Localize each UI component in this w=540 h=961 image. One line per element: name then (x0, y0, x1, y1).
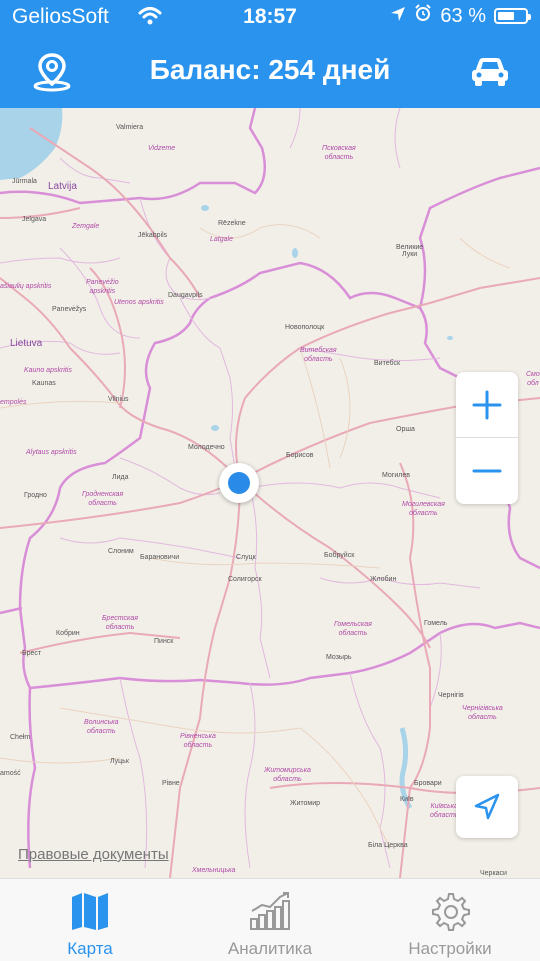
map-label: Utenos apskritis (114, 299, 164, 306)
map-label: Жлобин (370, 576, 397, 583)
map-label: Гомельская область (334, 621, 372, 637)
balance-title: Баланс: 254 дней (149, 54, 391, 85)
map-label: Новополоцк (285, 324, 325, 331)
map-label: ašiaulių apskritis (0, 283, 52, 290)
map-label: Lietuva (10, 338, 43, 349)
lake (447, 336, 453, 340)
map-label: Великие Луки (396, 244, 424, 258)
zoom-control (456, 372, 518, 504)
current-location-marker[interactable] (219, 463, 259, 503)
map-label: Кобрин (56, 630, 80, 637)
lake (201, 205, 209, 211)
map-label: Витебск (374, 360, 401, 367)
car-icon[interactable] (470, 54, 510, 90)
map-label: Гродненская область (82, 491, 124, 507)
map-label: Лида (112, 474, 129, 481)
tab-bar: Карта Аналитика Настройки (0, 878, 540, 961)
map-label: Чернігівська область (462, 705, 503, 721)
tab-map-label: Карта (67, 939, 113, 958)
map-label: Panevėžio apskritis (86, 279, 119, 295)
minus-icon (472, 469, 502, 473)
lake (211, 425, 219, 431)
map-label: Бровари (414, 780, 442, 787)
map-label: Київ (400, 796, 414, 803)
map-label: Гомель (424, 620, 448, 627)
map-label: Смо обл (526, 371, 540, 387)
map-label: Kauno apskritis (24, 367, 72, 374)
map-label: Київська область (430, 803, 459, 819)
legal-documents-link[interactable]: Правовые документы (18, 846, 169, 863)
map-label: Valmiera (116, 124, 144, 131)
map-label: Chełm (10, 734, 31, 741)
map-label: Витебская область (300, 347, 337, 363)
locate-me-button[interactable] (456, 776, 518, 838)
map-label: Kaunas (32, 380, 56, 387)
map-label: Jūrmala (12, 178, 37, 185)
map-label: Чернігів (438, 692, 464, 699)
map-label: Житомирська область (264, 767, 311, 783)
map-label: Псковская область (322, 145, 356, 161)
map-label: Брестская область (102, 615, 138, 631)
map-label: Vilnius (108, 396, 129, 403)
map-label: Пинск (154, 638, 174, 645)
map-label: Рівне (162, 780, 180, 787)
map-label: Біла Церква (368, 842, 408, 849)
map-label: Гродно (24, 492, 47, 499)
map-label: Барановичи (140, 554, 180, 561)
status-bar: GeliosSoft 18:57 63 % (0, 0, 540, 34)
plus-icon (472, 390, 502, 420)
battery-percent: 63 % (440, 4, 486, 27)
map-label: Daugavpils (168, 292, 203, 299)
map-label: Черкаси (480, 870, 507, 877)
map-label: Молодечно (188, 444, 225, 451)
tab-analytics-label: Аналитика (227, 939, 313, 958)
map-label: Мозырь (326, 654, 352, 661)
alarm-icon (414, 4, 432, 28)
map-label: Бобруйск (324, 552, 355, 559)
tab-settings-label: Настройки (408, 939, 492, 958)
zoom-in-button[interactable] (456, 372, 518, 438)
minor-roads (0, 224, 511, 849)
map-label: Хмельницька (192, 867, 236, 874)
map-label: Latgale (210, 236, 233, 243)
tab-map[interactable]: Карта (0, 879, 180, 961)
chart-icon (250, 892, 290, 930)
navbar: Баланс: 254 дней (0, 34, 540, 108)
map-label: Волинська область (84, 719, 119, 735)
map-label: Могилевская область (402, 501, 445, 517)
map-label: Слуцк (236, 554, 256, 561)
map-label: Zemgale (72, 223, 100, 230)
status-right-group: 63 % (390, 4, 531, 28)
map-label: Слоним (108, 548, 134, 555)
map-label: Jēkabpils (138, 232, 168, 239)
tab-settings[interactable]: Настройки (360, 879, 540, 961)
map-label: Могилев (382, 472, 410, 479)
map-label: Борисов (286, 452, 314, 459)
map-label: Rēzekne (218, 220, 246, 227)
map-icon (72, 893, 108, 930)
map-label: Рівненська область (180, 733, 216, 749)
map-label: Jelgava (22, 216, 47, 223)
navigation-arrow-icon (474, 793, 500, 820)
map-label: Житомир (290, 800, 321, 807)
map-label: Брест (22, 650, 42, 657)
map-label: Луцьк (110, 758, 129, 765)
map-label: empolės (0, 399, 27, 406)
gear-icon (432, 893, 470, 931)
map-label: amość (0, 770, 21, 777)
lake (292, 248, 298, 258)
map-label: Latvija (48, 181, 77, 192)
battery-icon (494, 8, 531, 24)
map-label: Panevėžys (52, 306, 87, 313)
map-label: Alytaus apskritis (26, 449, 77, 456)
tab-analytics[interactable]: Аналитика (180, 879, 360, 961)
zoom-out-button[interactable] (456, 438, 518, 504)
location-arrow-icon (390, 5, 406, 28)
map-view[interactable]: Valmiera Vidzeme Псковская область Jūrma… (0, 108, 540, 878)
map-label: Vidzeme (148, 145, 176, 152)
map-label: Орша (396, 426, 415, 433)
map-label: Солигорск (228, 576, 262, 583)
